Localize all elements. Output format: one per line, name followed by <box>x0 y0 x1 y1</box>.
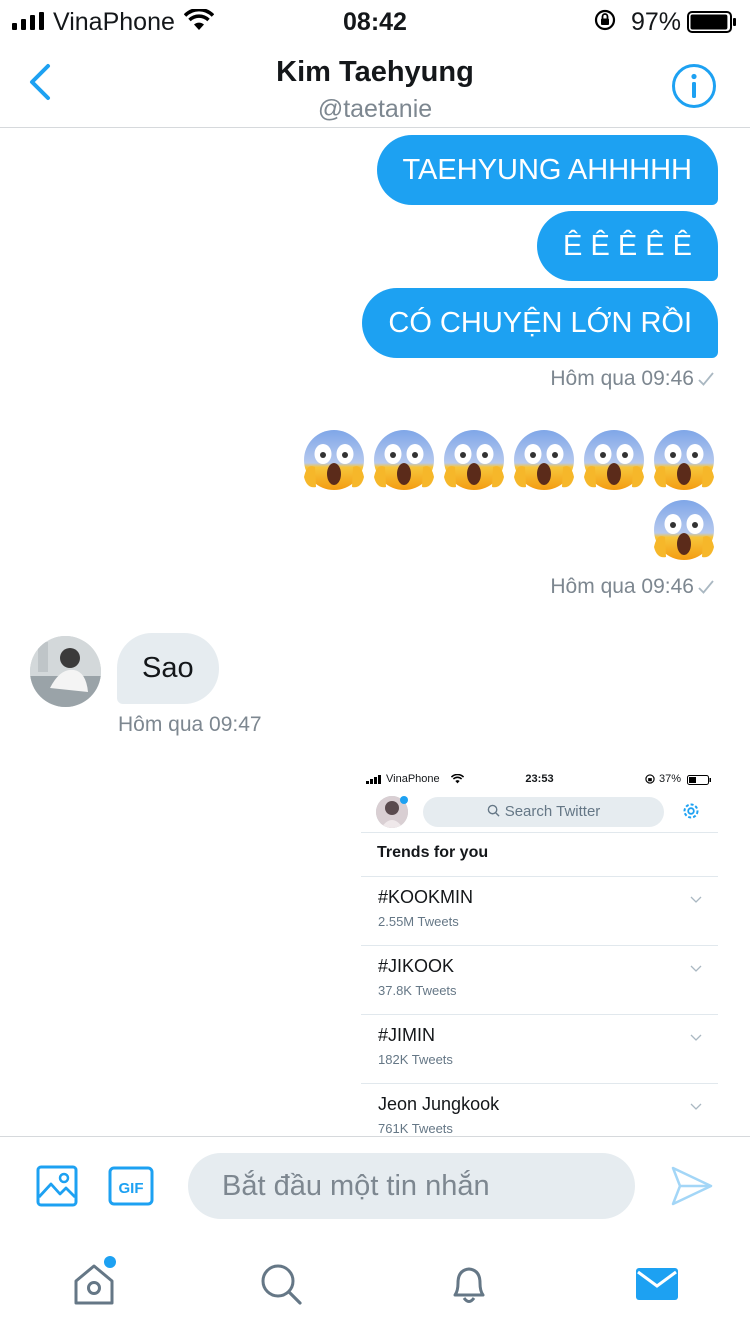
trend-count: 2.55M Tweets <box>378 914 459 929</box>
gear-icon <box>683 803 699 819</box>
rotation-lock-icon <box>645 774 655 784</box>
shared-screenshot-image[interactable]: VinaPhone 23:53 37% Search Twitter Trend… <box>361 766 718 1136</box>
info-icon[interactable] <box>671 63 717 109</box>
outgoing-message[interactable]: CÓ CHUYỆN LỚN RỒI <box>362 288 718 358</box>
avatar-photo <box>30 636 101 707</box>
trend-name: Jeon Jungkook <box>378 1094 500 1114</box>
outgoing-message[interactable]: Ê Ê Ê Ê Ê <box>537 211 718 281</box>
chevron-down-icon <box>690 1103 702 1110</box>
rotation-lock-icon <box>594 9 616 31</box>
screenshot-battery: 37% <box>659 773 682 785</box>
home-notification-dot <box>104 1256 116 1268</box>
send-icon[interactable] <box>670 1165 714 1207</box>
screenshot-search-bar: Search Twitter <box>423 797 664 827</box>
divider <box>361 832 718 833</box>
search-icon[interactable] <box>258 1261 304 1307</box>
screenshot-trend-item: #JIMIN 182K Tweets <box>361 1014 718 1083</box>
trend-count: 182K Tweets <box>378 1052 453 1067</box>
screenshot-notification-dot <box>400 796 408 804</box>
screenshot-trend-item: Jeon Jungkook 761K Tweets <box>361 1083 718 1136</box>
screenshot-trend-item: #JIKOOK 37.8K Tweets <box>361 945 718 1014</box>
contact-name[interactable]: Kim Taehyung <box>0 56 750 89</box>
screaming-face-icon <box>304 430 364 490</box>
timestamp-text: Hôm qua 09:46 <box>550 367 694 390</box>
message-timestamp: Hôm qua 09:47 <box>118 713 262 736</box>
screaming-face-icon <box>584 430 644 490</box>
trend-count: 37.8K Tweets <box>378 983 457 998</box>
message-composer: GIF <box>0 1136 750 1236</box>
screaming-face-icon <box>374 430 434 490</box>
battery-icon <box>687 11 736 33</box>
message-timestamp: Hôm qua 09:46 <box>550 575 714 599</box>
incoming-message[interactable]: Sao <box>117 633 219 704</box>
contact-avatar[interactable] <box>30 636 101 707</box>
svg-text:GIF: GIF <box>119 1180 144 1197</box>
battery-icon <box>687 775 711 785</box>
tab-bar <box>0 1236 750 1334</box>
screaming-face-icon <box>654 430 714 490</box>
sent-check-icon <box>698 372 714 386</box>
screenshot-section-title: Trends for you <box>377 844 489 861</box>
trend-name: #KOOKMIN <box>378 887 474 907</box>
timestamp-text: Hôm qua 09:46 <box>550 575 694 598</box>
trend-count: 761K Tweets <box>378 1121 453 1136</box>
screaming-face-icon <box>654 500 714 560</box>
outgoing-message[interactable]: TAEHYUNG AHHHHH <box>376 135 718 205</box>
image-icon[interactable] <box>36 1165 78 1207</box>
chevron-down-icon <box>690 1034 702 1041</box>
chevron-down-icon <box>690 965 702 972</box>
screenshot-trend-item: #KOOKMIN 2.55M Tweets <box>361 876 718 945</box>
messages-icon[interactable] <box>634 1261 680 1307</box>
battery-percent: 97% <box>631 8 682 36</box>
search-icon <box>487 804 500 817</box>
contact-handle: @taetanie <box>317 95 433 123</box>
chevron-down-icon <box>690 896 702 903</box>
screenshot-status-bar: VinaPhone 23:53 37% <box>361 772 718 788</box>
screaming-face-icon <box>444 430 504 490</box>
screaming-face-icon <box>514 430 574 490</box>
message-input[interactable] <box>188 1153 635 1219</box>
message-timestamp: Hôm qua 09:46 <box>550 367 714 391</box>
gif-icon[interactable]: GIF <box>108 1166 154 1206</box>
trend-name: #JIKOOK <box>378 956 455 976</box>
status-bar: VinaPhone 08:42 97% <box>0 0 750 42</box>
trend-name: #JIMIN <box>378 1025 436 1045</box>
conversation-header: Kim Taehyung @taetanie <box>0 42 750 128</box>
sent-check-icon <box>698 580 714 594</box>
screenshot-search-placeholder: Search Twitter <box>504 803 601 820</box>
notifications-icon[interactable] <box>446 1261 492 1307</box>
